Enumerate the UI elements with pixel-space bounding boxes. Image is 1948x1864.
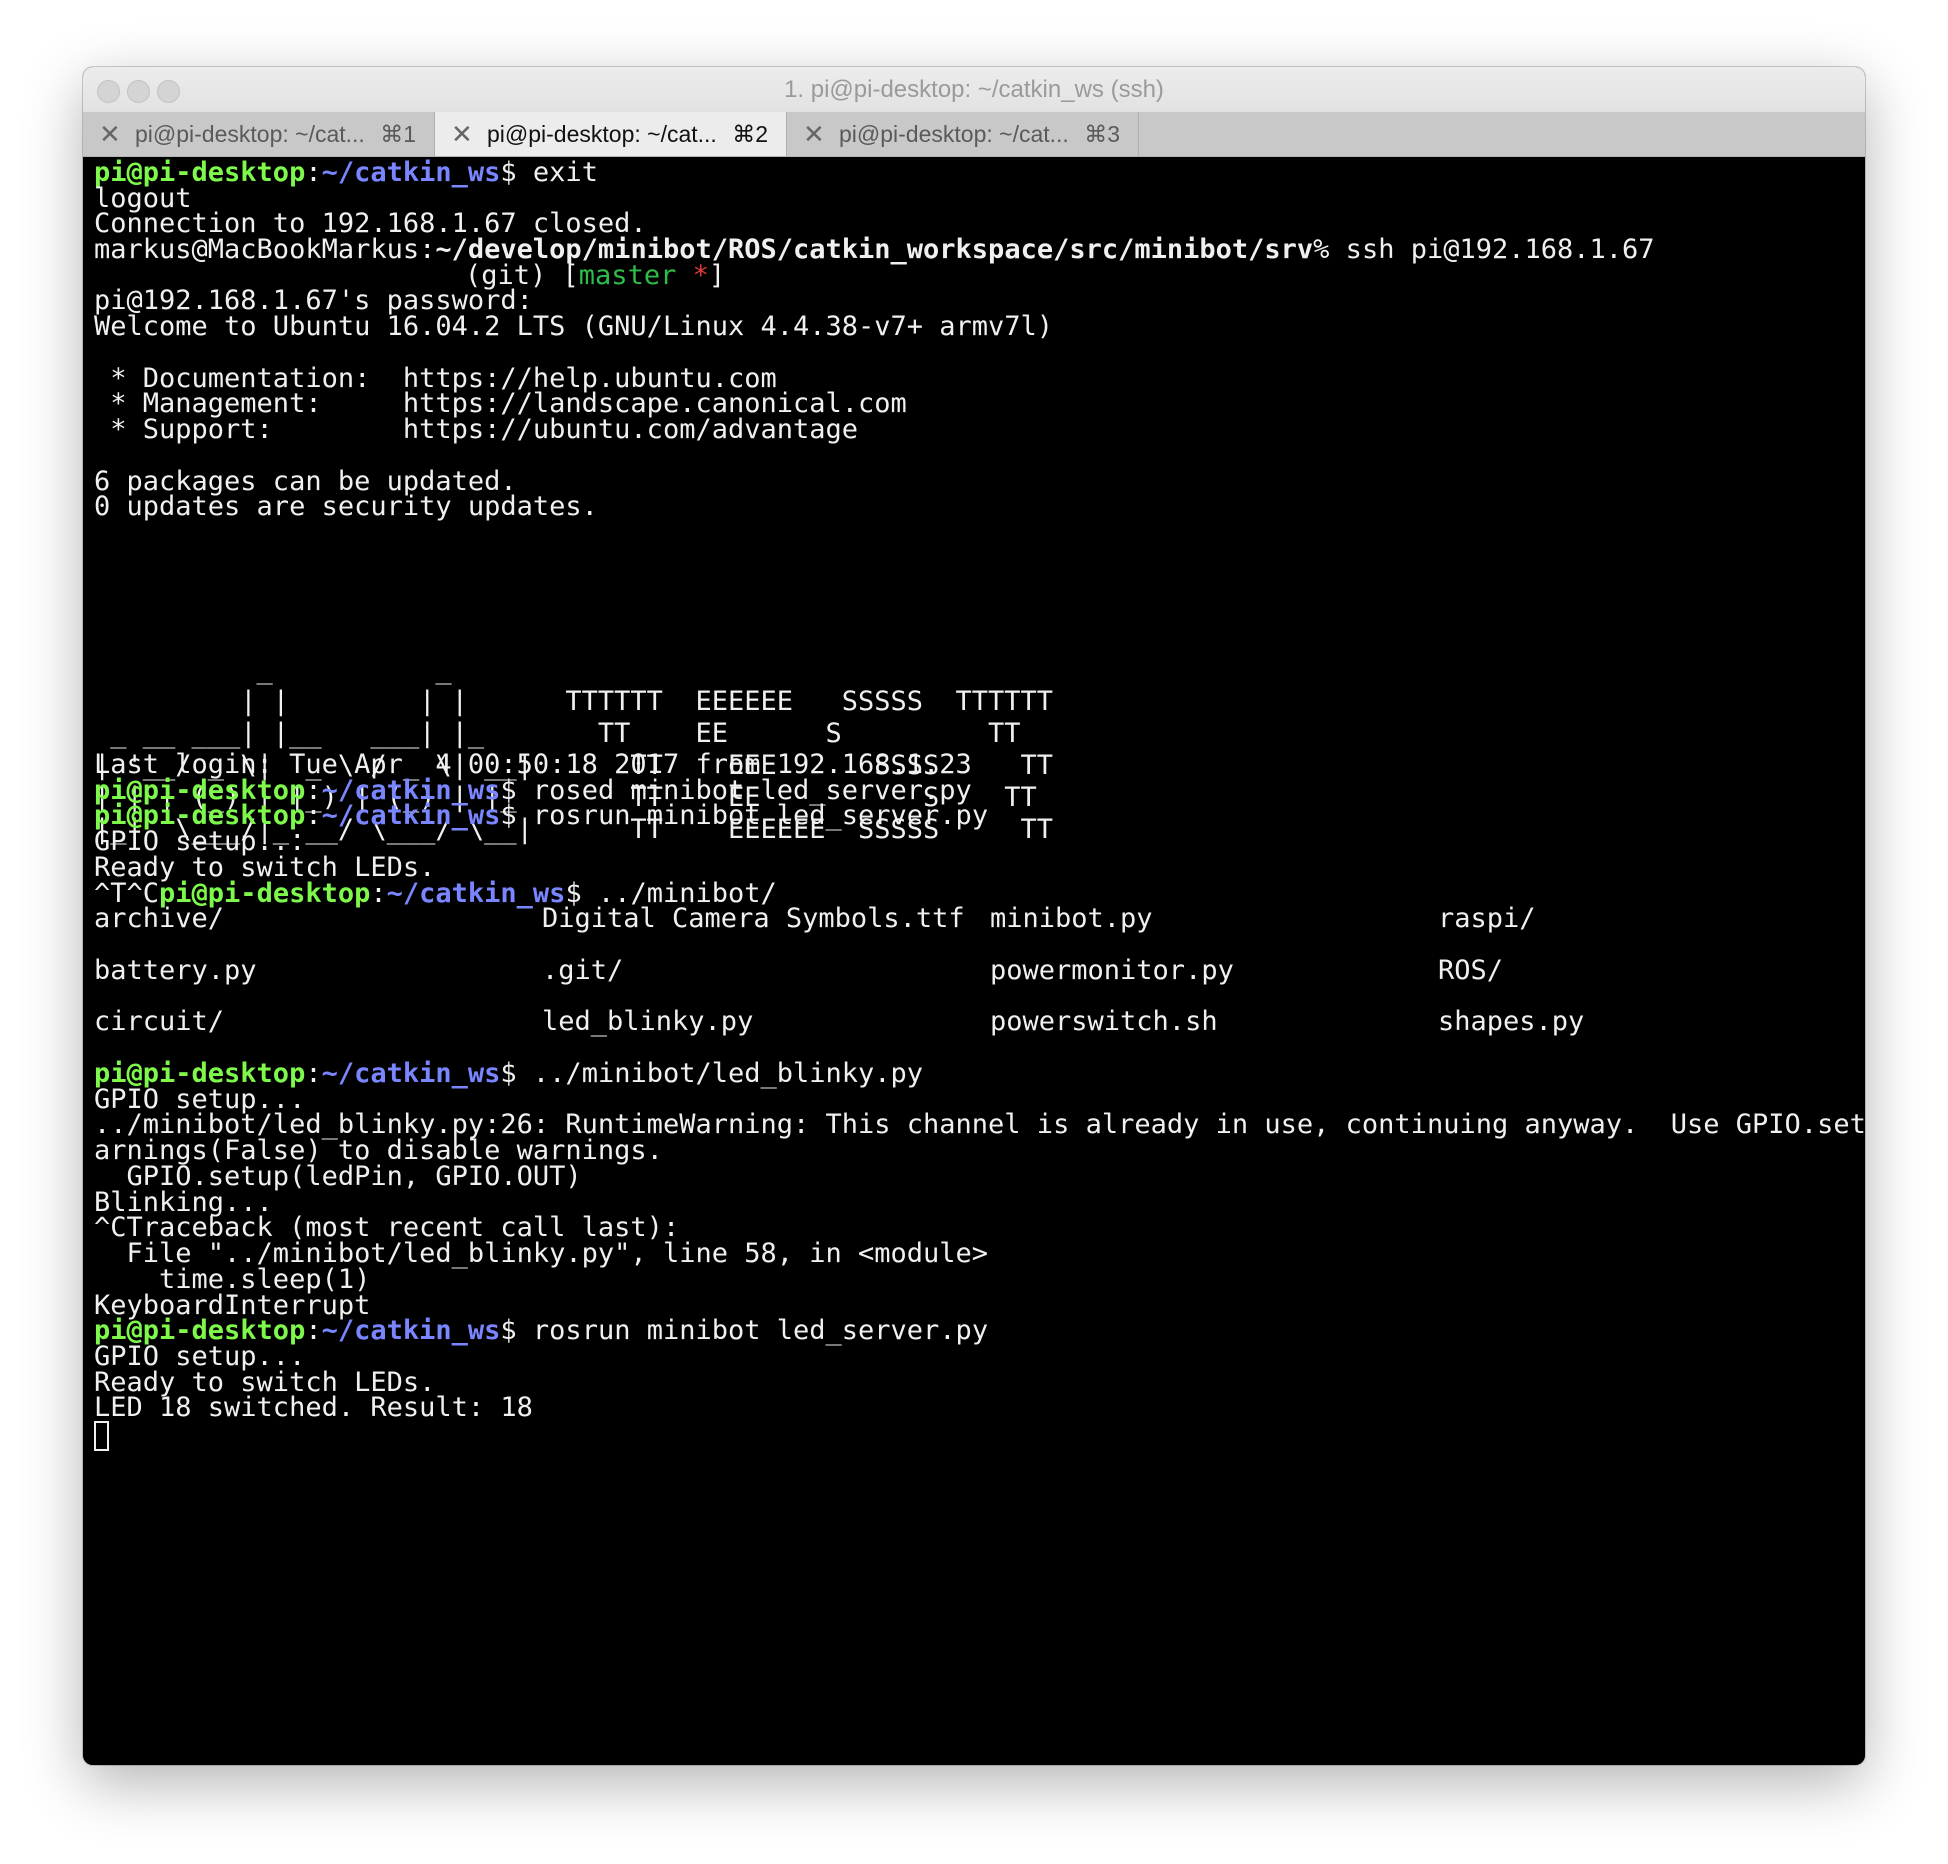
listing-entry: minibot.py (990, 903, 1153, 934)
listing-entry: shapes.py (1438, 1006, 1585, 1037)
window-title: 1. pi@pi-desktop: ~/catkin_ws (ssh) (784, 76, 1164, 103)
tab-label: pi@pi-desktop: ~/cat... (839, 121, 1069, 147)
tab-close-icon[interactable]: ✕ (803, 112, 825, 156)
output-line: * Support: https://ubuntu.com/advantage (94, 414, 859, 445)
command-text: ../minibot/led_blinky.py (532, 1058, 924, 1089)
tab-2[interactable]: ✕ pi@pi-desktop: ~/cat... ⌘2 (435, 112, 787, 156)
tab-3[interactable]: ✕ pi@pi-desktop: ~/cat... ⌘3 (787, 112, 1139, 156)
prompt-dollar: $ (500, 1315, 533, 1346)
prompt-path: ~/catkin_ws (321, 800, 501, 831)
command-text: exit (532, 157, 598, 188)
tab-label: pi@pi-desktop: ~/cat... (135, 121, 365, 147)
listing-entry: archive/ (94, 903, 225, 934)
prompt-path: ~/catkin_ws (321, 1315, 501, 1346)
terminal-output[interactable]: pi@pi-desktop:~/catkin_ws$ exit logout C… (83, 157, 1865, 1765)
tab-1[interactable]: ✕ pi@pi-desktop: ~/cat... ⌘1 (83, 112, 435, 156)
prompt-colon: : (305, 800, 322, 831)
mac-prompt-user: markus@MacBookMarkus: (94, 234, 436, 265)
prompt-path: ~/catkin_ws (321, 157, 501, 188)
listing-entry: ROS/ (1438, 955, 1504, 986)
listing-entry: .git/ (542, 955, 624, 986)
prompt-colon: : (305, 1315, 322, 1346)
prompt-colon: : (305, 157, 322, 188)
output-line: LED 18 switched. Result: 18 (94, 1392, 533, 1423)
listing-entry: powerswitch.sh (990, 1006, 1218, 1037)
mac-command: % ssh pi@192.168.1.67 (1313, 234, 1655, 265)
terminal-window: 1. pi@pi-desktop: ~/catkin_ws (ssh) ✕ pi… (83, 67, 1865, 1765)
prompt-path: ~/catkin_ws (321, 1058, 501, 1089)
tab-shortcut: ⌘3 (1084, 121, 1120, 147)
tab-bar: ✕ pi@pi-desktop: ~/cat... ⌘1 ✕ pi@pi-des… (83, 112, 1865, 157)
tab-close-icon[interactable]: ✕ (451, 112, 473, 156)
text-cursor (94, 1421, 109, 1451)
prompt-colon: : (370, 878, 387, 909)
output-line: Welcome to Ubuntu 16.04.2 LTS (GNU/Linux… (94, 311, 1054, 342)
git-dirty-marker: * (676, 260, 709, 291)
listing-entry: battery.py (94, 955, 257, 986)
output-line: 0 updates are security updates. (94, 491, 598, 522)
prompt-dollar: $ (500, 1058, 533, 1089)
listing-entry: powermonitor.py (990, 955, 1234, 986)
listing-entry: raspi/ (1438, 903, 1536, 934)
git-close: ] (708, 260, 726, 291)
git-branch: master (578, 260, 677, 291)
command-text: rosrun minibot led_server.py (532, 800, 989, 831)
tab-close-icon[interactable]: ✕ (99, 112, 121, 156)
listing-entry: Digital Camera Symbols.ttf (542, 903, 965, 934)
command-text: rosrun minibot led_server.py (532, 1315, 989, 1346)
prompt-path: ~/catkin_ws (386, 878, 566, 909)
tab-shortcut: ⌘1 (380, 121, 416, 147)
tab-shortcut: ⌘2 (732, 121, 768, 147)
listing-entry: circuit/ (94, 1006, 225, 1037)
prompt-dollar: $ (500, 800, 533, 831)
listing-entry: led_blinky.py (542, 1006, 754, 1037)
prompt-colon: : (305, 1058, 322, 1089)
tab-label: pi@pi-desktop: ~/cat... (487, 121, 717, 147)
prompt-dollar: $ (500, 157, 533, 188)
title-bar: 1. pi@pi-desktop: ~/catkin_ws (ssh) (83, 67, 1865, 113)
mac-prompt-line: markus@MacBookMarkus:~/develop/minibot/R… (94, 234, 1655, 266)
